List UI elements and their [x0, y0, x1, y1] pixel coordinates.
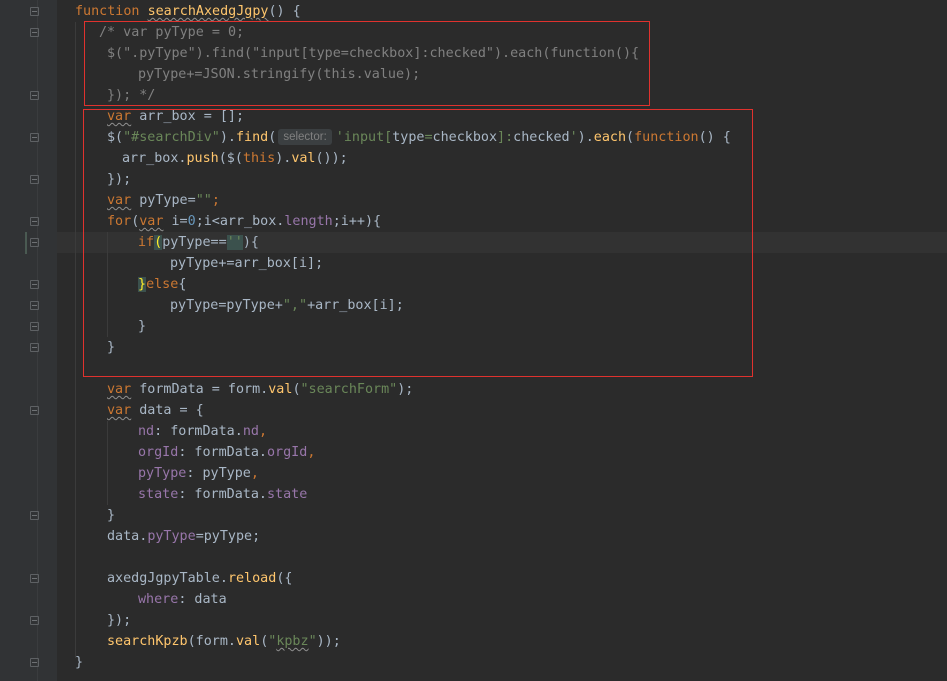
fold-marker-icon[interactable]	[30, 658, 39, 667]
fold-marker-icon[interactable]	[30, 301, 39, 310]
code-line: }	[107, 508, 116, 523]
indent-guide	[107, 421, 108, 505]
code-line: var formData = form.val("searchForm");	[107, 382, 414, 397]
fold-marker-icon[interactable]	[30, 133, 39, 142]
code-line: var data = {	[107, 403, 204, 418]
fold-marker-icon[interactable]	[30, 175, 39, 184]
code-line: searchKpzb(form.val("kpbz"));	[107, 634, 341, 649]
fold-marker-icon[interactable]	[30, 91, 39, 100]
fold-marker-icon[interactable]	[30, 343, 39, 352]
indent-guide	[75, 22, 76, 658]
code-editor[interactable]: function searchAxedgJgpy() { /* var pyTy…	[0, 0, 947, 681]
fold-marker-icon[interactable]	[30, 511, 39, 520]
code-line: });	[107, 613, 132, 628]
code-line: where: data	[138, 592, 227, 607]
fold-marker-icon[interactable]	[30, 217, 39, 226]
fold-marker-icon[interactable]	[30, 616, 39, 625]
fold-marker-icon[interactable]	[30, 28, 39, 37]
code-line: }	[75, 655, 84, 670]
fold-marker-icon[interactable]	[30, 322, 39, 331]
annotation-box-commented-code	[84, 21, 650, 106]
editor-gutter	[0, 0, 57, 681]
code-line: pyType: pyType,	[138, 466, 259, 481]
fold-marker-icon[interactable]	[30, 7, 39, 16]
fold-marker-icon[interactable]	[30, 406, 39, 415]
fold-marker-icon[interactable]	[30, 238, 39, 247]
code-line: nd: formData.nd,	[138, 424, 267, 439]
change-marker	[25, 232, 27, 254]
code-line: function searchAxedgJgpy() {	[75, 4, 301, 19]
code-line: state: formData.state	[138, 487, 308, 502]
fold-marker-icon[interactable]	[30, 574, 39, 583]
code-line: data.pyType=pyType;	[107, 529, 261, 544]
fold-marker-icon[interactable]	[30, 280, 39, 289]
annotation-box-new-code	[83, 109, 753, 377]
code-line: axedgJgpyTable.reload({	[107, 571, 293, 586]
code-line: orgId: formData.orgId,	[138, 445, 316, 460]
